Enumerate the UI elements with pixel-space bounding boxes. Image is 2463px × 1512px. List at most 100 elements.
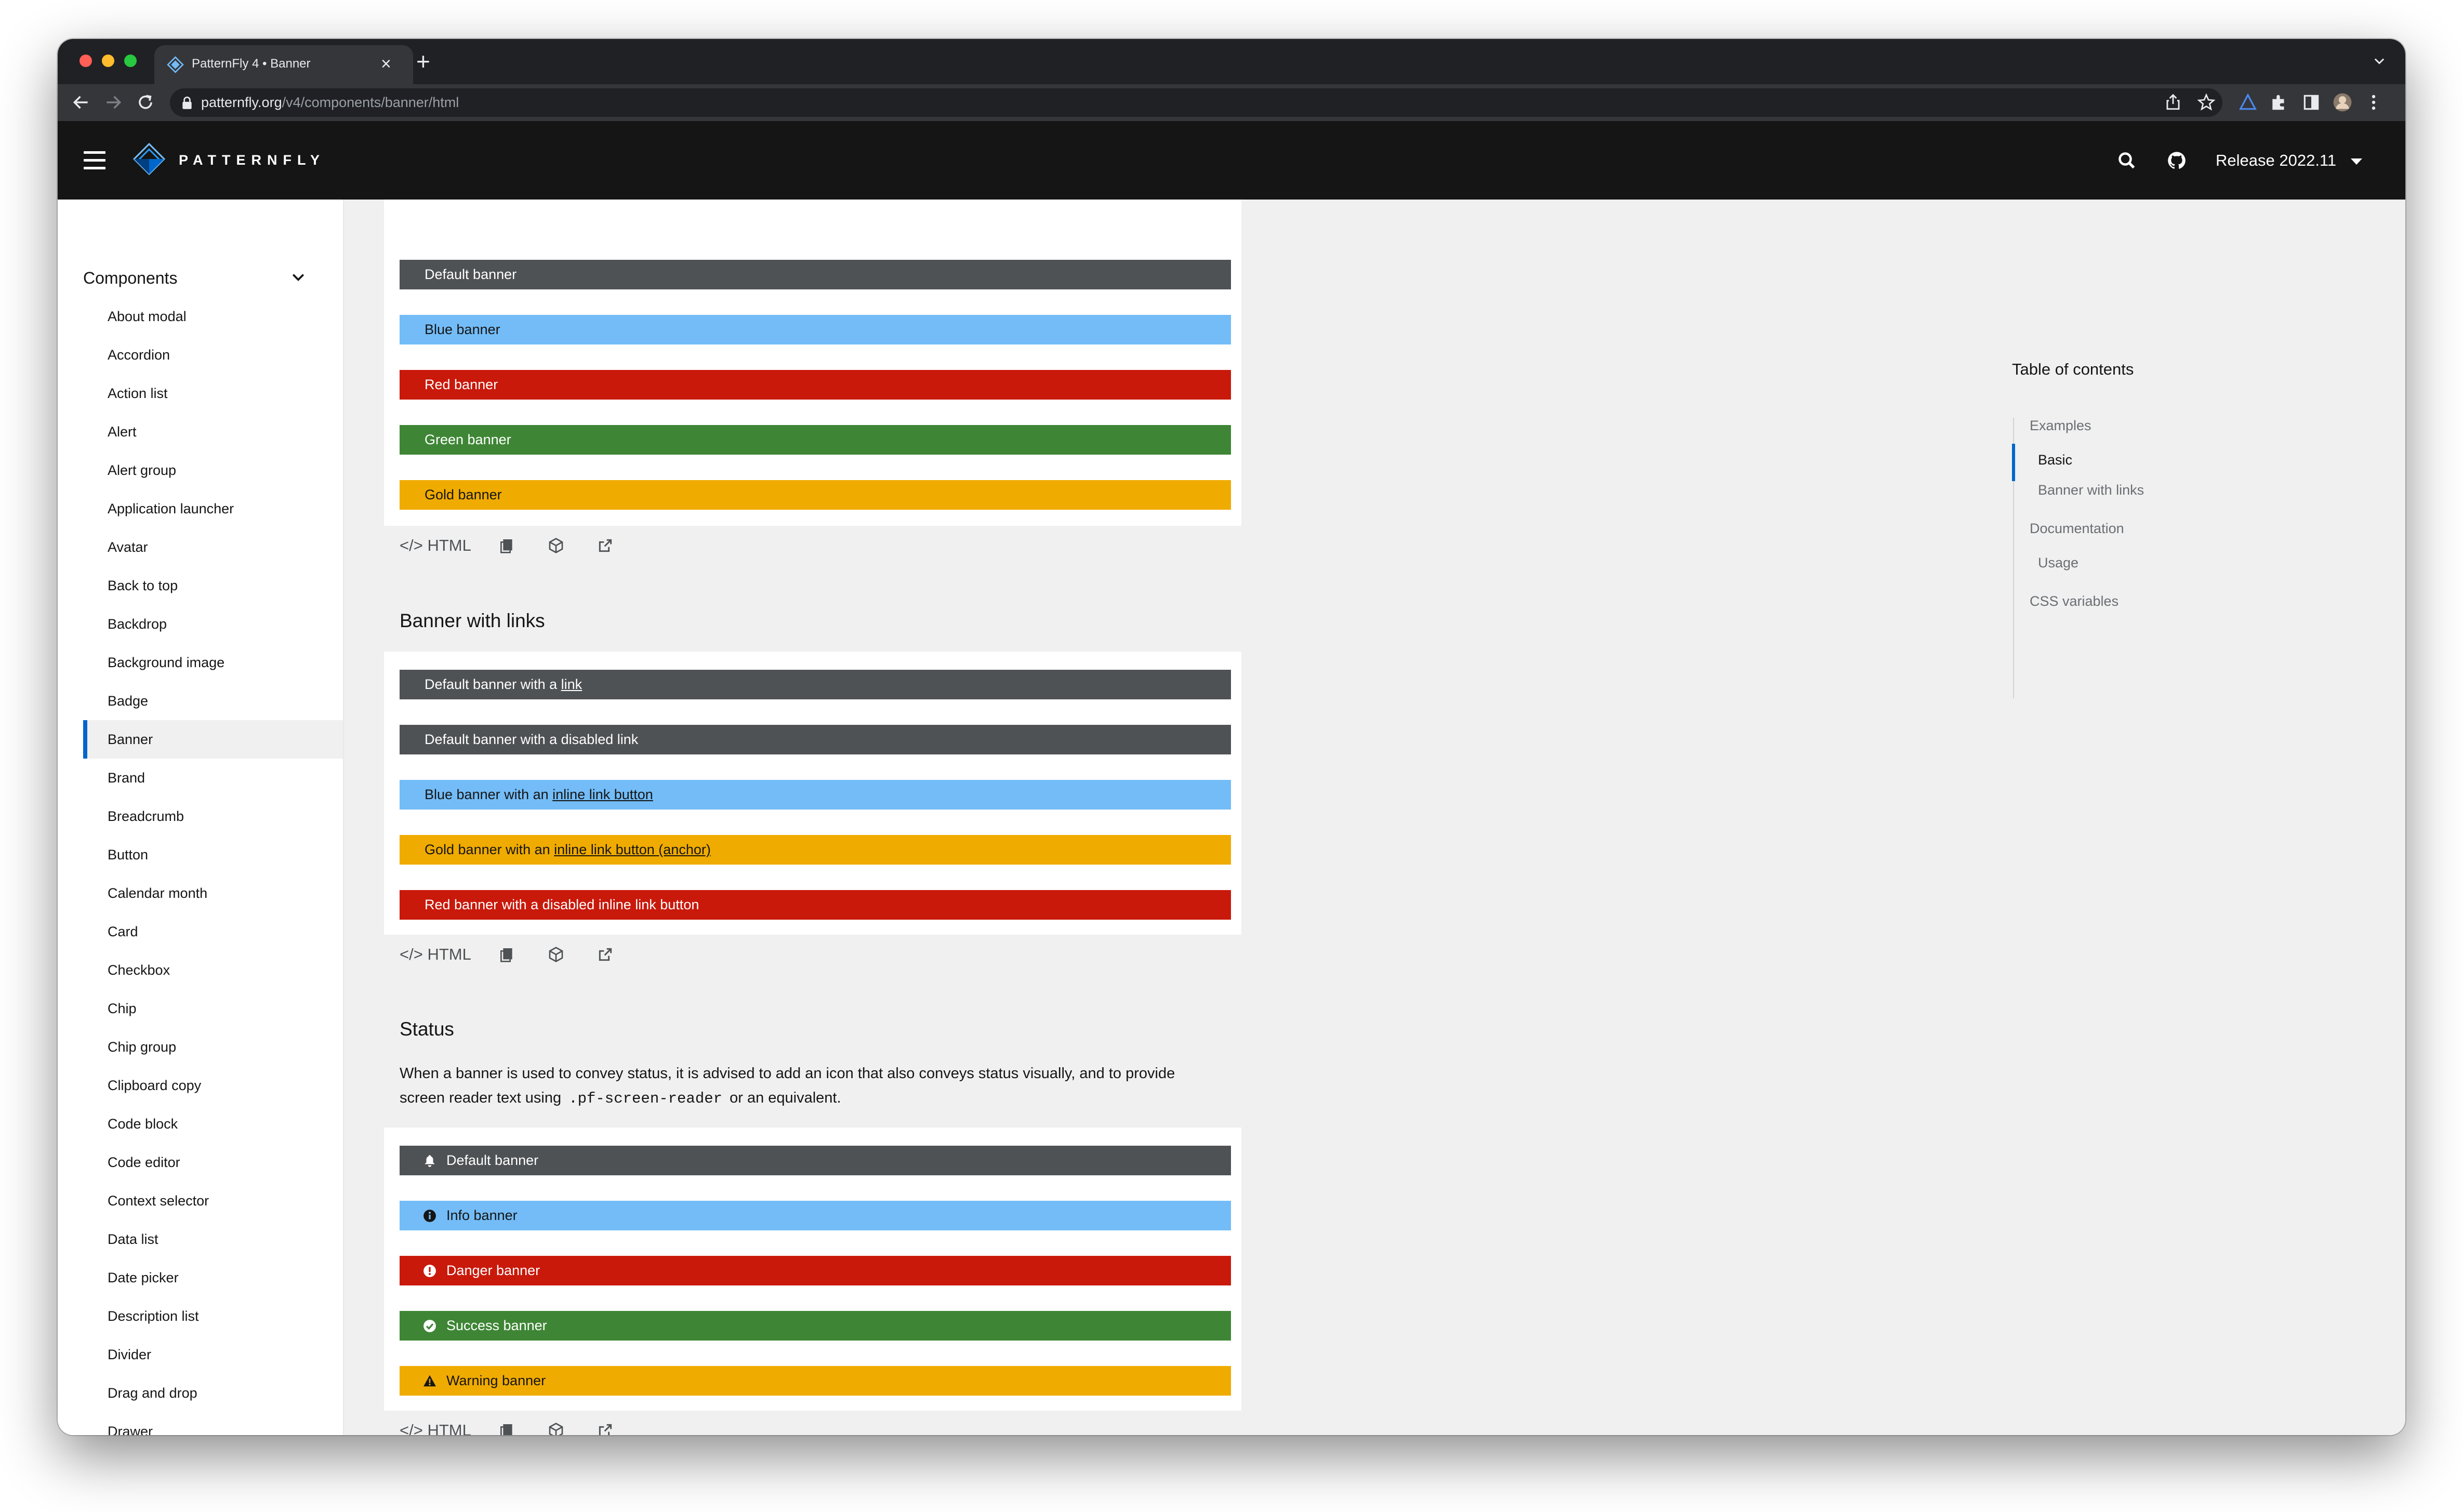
tab-title: PatternFly 4 • Banner xyxy=(192,57,311,71)
sidebar-item-drawer[interactable]: Drawer xyxy=(83,1412,343,1435)
html-label: HTML xyxy=(427,945,471,963)
toc-item-banner-with-links[interactable]: Banner with links xyxy=(2038,482,2144,498)
side-panel-icon[interactable] xyxy=(2301,92,2321,112)
sidebar-item-chip[interactable]: Chip xyxy=(83,989,343,1028)
profile-avatar-icon[interactable] xyxy=(2333,92,2352,112)
sidebar-item-application-launcher[interactable]: Application launcher xyxy=(83,489,343,528)
caret-down-icon[interactable] xyxy=(2351,158,2362,165)
window-minimize-button[interactable] xyxy=(102,55,114,67)
sidebar-item-checkbox[interactable]: Checkbox xyxy=(83,951,343,989)
release-dropdown[interactable]: Release 2022.11 xyxy=(2216,151,2336,170)
main-content: Default banner Blue banner Red banner Gr… xyxy=(359,200,2405,1435)
sidebar-nav: Components About modal Accordion Action li… xyxy=(58,200,344,1435)
sidebar-item-accordion[interactable]: Accordion xyxy=(83,336,343,374)
hamburger-menu-icon[interactable] xyxy=(84,151,105,169)
window-close-button[interactable] xyxy=(80,55,92,67)
check-circle-icon xyxy=(423,1320,436,1332)
sidebar-item-banner[interactable]: Banner xyxy=(83,720,343,759)
banner-link[interactable]: link xyxy=(561,677,582,692)
reload-icon[interactable] xyxy=(136,92,155,112)
url-host: patternfly.org xyxy=(201,95,282,110)
browser-menu-icon[interactable] xyxy=(2364,92,2383,112)
extensions-puzzle-icon[interactable] xyxy=(2269,92,2289,112)
toc-item-css-variables[interactable]: CSS variables xyxy=(2030,593,2118,609)
url-text[interactable]: patternfly.org/v4/components/banner/html xyxy=(201,95,459,111)
sidebar-item-breadcrumb[interactable]: Breadcrumb xyxy=(83,797,343,835)
sidebar-item-action-list[interactable]: Action list xyxy=(83,374,343,413)
red-banner: Red banner xyxy=(400,370,1231,400)
html-code-toggle[interactable]: </> HTML xyxy=(400,1421,471,1435)
sidebar-item-alert-group[interactable]: Alert group xyxy=(83,451,343,489)
copy-icon[interactable] xyxy=(498,537,515,554)
default-banner-with-link: Default banner with a link xyxy=(400,670,1231,699)
copy-icon[interactable] xyxy=(498,946,515,963)
share-icon[interactable] xyxy=(2163,92,2183,112)
sidebar-item-back-to-top[interactable]: Back to top xyxy=(83,566,343,605)
new-tab-icon[interactable]: + xyxy=(416,48,430,74)
inline-link-button[interactable]: inline link button xyxy=(552,787,653,802)
lock-icon[interactable] xyxy=(181,96,193,110)
toc-item-usage[interactable]: Usage xyxy=(2038,555,2078,571)
search-icon[interactable] xyxy=(2117,151,2136,170)
toc-item-documentation[interactable]: Documentation xyxy=(2030,521,2124,537)
default-status-banner: Default banner xyxy=(400,1146,1231,1175)
sidebar-item-divider[interactable]: Divider xyxy=(83,1335,343,1374)
sidebar-item-code-block[interactable]: Code block xyxy=(83,1105,343,1143)
toc-item-examples[interactable]: Examples xyxy=(2030,418,2091,434)
brand-wordmark[interactable]: PATTERNFLY xyxy=(179,152,325,168)
info-status-banner: Info banner xyxy=(400,1201,1231,1230)
sidebar-item-chip-group[interactable]: Chip group xyxy=(83,1028,343,1066)
sidebar-section-title[interactable]: Components xyxy=(83,269,177,288)
bookmark-star-icon[interactable] xyxy=(2196,92,2216,112)
sidebar-item-code-editor[interactable]: Code editor xyxy=(83,1143,343,1182)
patternfly-favicon-icon xyxy=(167,56,184,73)
external-link-icon[interactable] xyxy=(597,537,614,554)
sidebar-item-brand[interactable]: Brand xyxy=(83,759,343,797)
sidebar-item-context-selector[interactable]: Context selector xyxy=(83,1182,343,1220)
sidebar-item-drag-and-drop[interactable]: Drag and drop xyxy=(83,1374,343,1412)
address-bar[interactable]: patternfly.org/v4/components/banner/html xyxy=(170,88,2222,117)
external-link-icon[interactable] xyxy=(597,946,614,963)
extension-patternfly-icon[interactable] xyxy=(2238,92,2258,112)
sidebar-item-button[interactable]: Button xyxy=(83,835,343,874)
copy-icon[interactable] xyxy=(498,1422,515,1435)
html-code-toggle[interactable]: </> HTML xyxy=(400,536,471,555)
toc-item-basic[interactable]: Basic xyxy=(2038,452,2072,468)
github-icon[interactable] xyxy=(2166,150,2187,171)
sidebar-item-card[interactable]: Card xyxy=(83,912,343,951)
sidebar-item-alert[interactable]: Alert xyxy=(83,413,343,451)
html-code-toggle[interactable]: </> HTML xyxy=(400,945,471,964)
tab-search-chevron-icon[interactable] xyxy=(2372,54,2387,68)
chevron-down-icon[interactable] xyxy=(292,273,305,282)
default-banner-disabled-link: Default banner with a disabled link xyxy=(400,725,1231,754)
red-banner-disabled-link-button: Red banner with a disabled inline link b… xyxy=(400,890,1231,920)
forward-arrow-icon[interactable] xyxy=(103,92,123,112)
sidebar-item-calendar-month[interactable]: Calendar month xyxy=(83,874,343,912)
patternfly-logo-icon[interactable] xyxy=(132,142,166,176)
danger-status-banner: Danger banner xyxy=(400,1256,1231,1285)
sidebar-item-avatar[interactable]: Avatar xyxy=(83,528,343,566)
sidebar-item-backdrop[interactable]: Backdrop xyxy=(83,605,343,643)
codesandbox-icon[interactable] xyxy=(548,1422,564,1435)
sidebar-item-data-list[interactable]: Data list xyxy=(83,1220,343,1258)
back-arrow-icon[interactable] xyxy=(71,92,91,112)
sidebar-item-description-list[interactable]: Description list xyxy=(83,1297,343,1335)
tab-close-icon[interactable]: × xyxy=(381,52,391,75)
sidebar-item-background-image[interactable]: Background image xyxy=(83,643,343,682)
inline-link-anchor[interactable]: inline link button (anchor) xyxy=(554,842,711,857)
sidebar-item-about-modal[interactable]: About modal xyxy=(83,297,343,336)
browser-tab[interactable]: PatternFly 4 • Banner × xyxy=(154,45,413,84)
codesandbox-icon[interactable] xyxy=(548,537,564,554)
code-icon: </> xyxy=(400,1421,423,1435)
sidebar-item-badge[interactable]: Badge xyxy=(83,682,343,720)
inline-code: .pf-screen-reader xyxy=(565,1089,726,1108)
sidebar-item-clipboard-copy[interactable]: Clipboard copy xyxy=(83,1066,343,1105)
browser-window: PatternFly 4 • Banner × + patternfly.org… xyxy=(58,39,2405,1435)
banner-text: Default banner xyxy=(446,1152,539,1168)
sidebar-item-date-picker[interactable]: Date picker xyxy=(83,1258,343,1297)
html-label: HTML xyxy=(427,1421,471,1435)
external-link-icon[interactable] xyxy=(597,1422,614,1435)
window-maximize-button[interactable] xyxy=(124,55,137,67)
blue-banner: Blue banner xyxy=(400,315,1231,344)
codesandbox-icon[interactable] xyxy=(548,946,564,963)
